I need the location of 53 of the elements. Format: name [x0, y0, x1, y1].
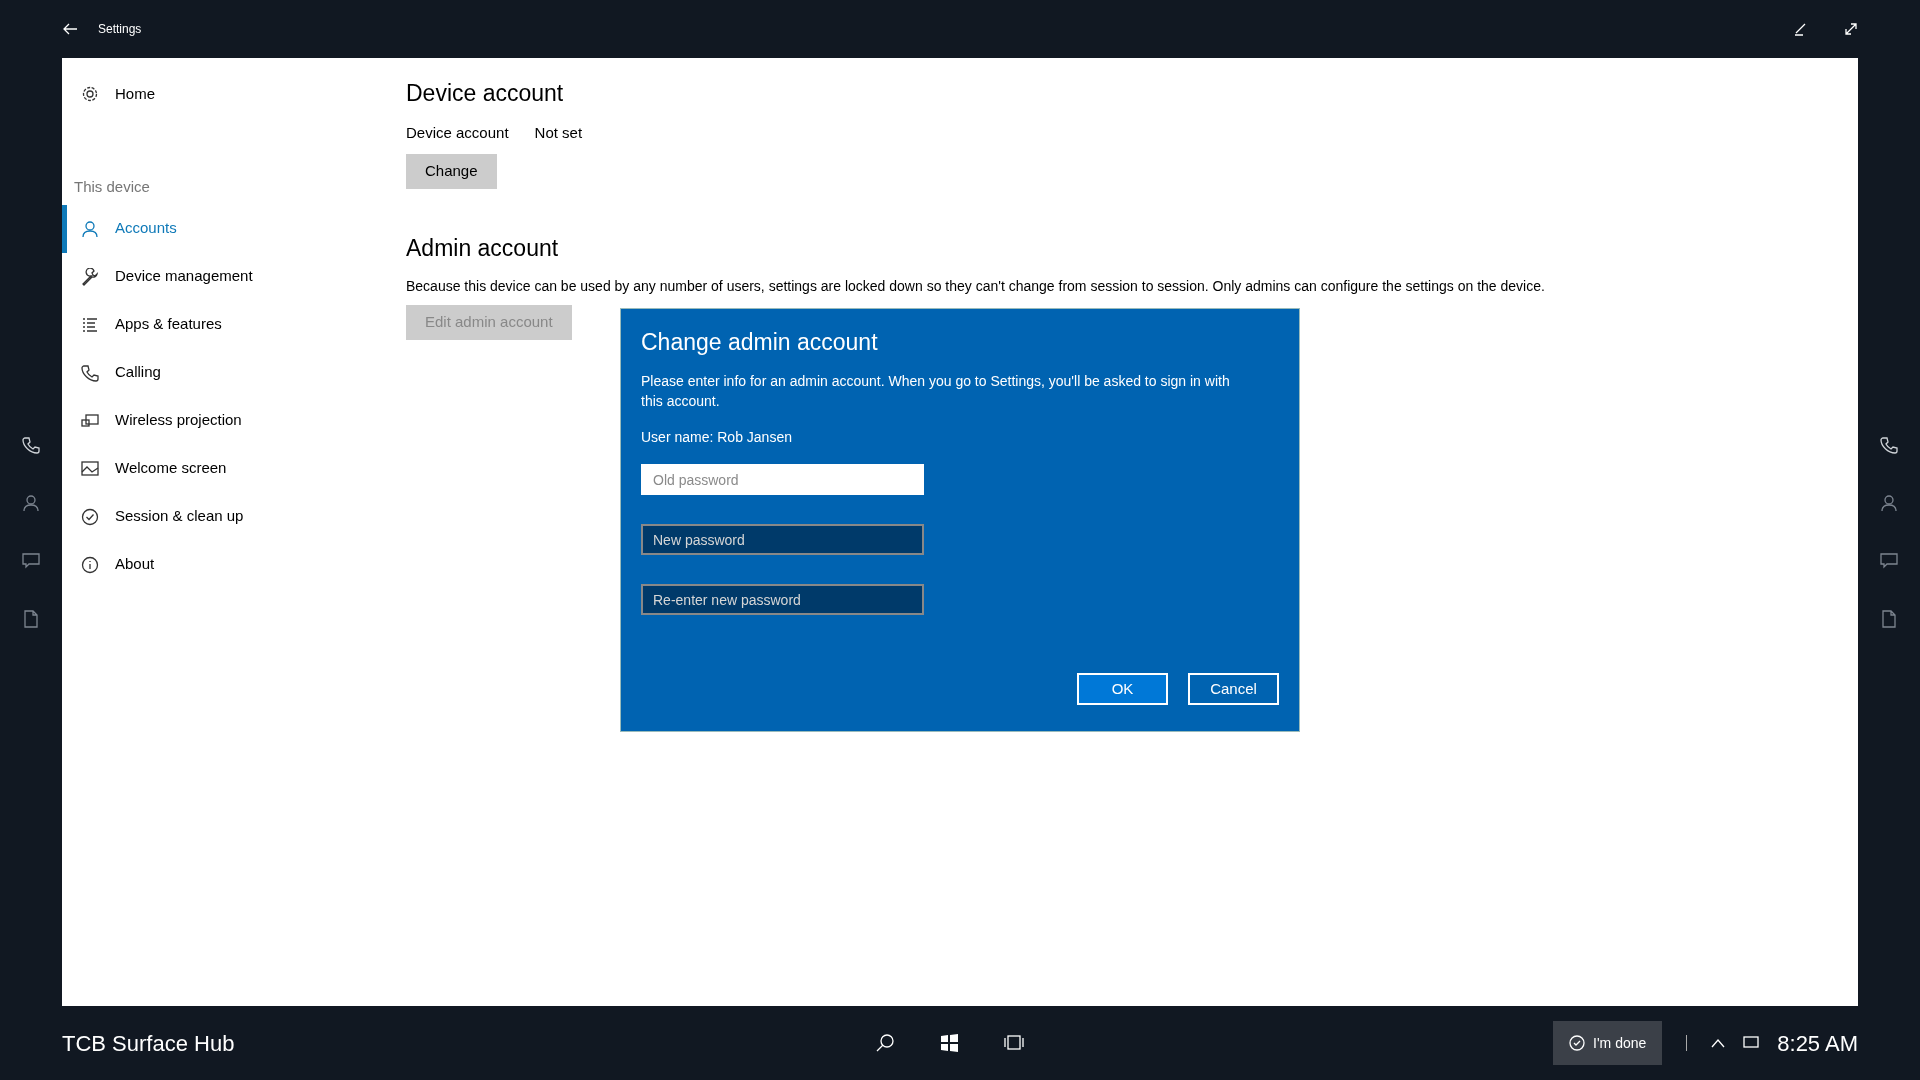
person-icon[interactable]: [1880, 494, 1898, 512]
sidebar-item[interactable]: About: [62, 540, 406, 589]
done-button[interactable]: I'm done: [1553, 1021, 1663, 1065]
sidebar-item[interactable]: Calling: [62, 348, 406, 397]
sidebar-item[interactable]: Wireless projection: [62, 396, 406, 445]
section-label: This device: [73, 177, 151, 197]
chat-icon[interactable]: [22, 552, 40, 570]
clock-time: 8:25 AM: [1777, 1029, 1858, 1058]
expand-icon[interactable]: [1844, 22, 1858, 36]
checkmark-icon: [1569, 1035, 1585, 1051]
field-label: Device account: [406, 122, 509, 143]
ok-button[interactable]: OK: [1077, 673, 1168, 705]
windows-icon[interactable]: [940, 1033, 960, 1053]
gear-icon: [81, 85, 99, 103]
wrench-icon: [81, 267, 99, 286]
field-value: Not set: [534, 122, 583, 143]
section-heading: Device account: [406, 80, 565, 108]
back-icon[interactable]: [62, 23, 78, 35]
document-icon[interactable]: [22, 610, 40, 628]
window-title: Settings: [98, 21, 142, 38]
picture-icon: [81, 459, 99, 478]
pen-icon[interactable]: [1794, 22, 1808, 36]
person-icon: [81, 219, 99, 238]
info-icon: [81, 555, 99, 574]
list-icon: [81, 315, 99, 334]
person-icon[interactable]: [22, 494, 40, 512]
device-name: TCB Surface Hub: [62, 1029, 235, 1058]
cancel-button[interactable]: Cancel: [1188, 673, 1279, 705]
search-icon[interactable]: [876, 1033, 896, 1053]
sidebar-item[interactable]: Welcome screen: [62, 444, 406, 493]
sidebar-item[interactable]: Apps & features: [62, 300, 406, 349]
user-name-text: User name: Rob Jansen: [641, 428, 793, 448]
password-field[interactable]: New password: [641, 524, 924, 556]
description-text: Because this device can be used by any number of users, settings are locked down so they can't change from session to session. Only admins can configure the settings on the device.: [406, 277, 1546, 297]
phone-icon[interactable]: [22, 436, 40, 454]
home-item[interactable]: Home: [62, 70, 406, 118]
dialog-title: Change admin account: [641, 329, 879, 357]
chevron-up-icon[interactable]: [1711, 1038, 1726, 1048]
password-field[interactable]: Re-enter new password: [641, 584, 924, 616]
sidebar-item[interactable]: Accounts: [62, 204, 406, 253]
dialog-message: Please enter info for an admin account. When you go to Settings, you'll be asked to sign in with this account.: [641, 371, 1231, 411]
tray-icon[interactable]: [1743, 1036, 1760, 1050]
checkmark-icon: [81, 507, 99, 526]
chat-icon[interactable]: [1880, 552, 1898, 570]
change-button[interactable]: Change: [406, 154, 497, 189]
projection-icon: [81, 411, 99, 430]
phone-icon: [81, 363, 99, 382]
phone-icon[interactable]: [1880, 436, 1898, 454]
document-icon[interactable]: [1880, 610, 1898, 628]
sidebar-item[interactable]: Device management: [62, 252, 406, 301]
task-view-icon[interactable]: [1004, 1033, 1024, 1053]
sidebar-item[interactable]: Session & clean up: [62, 492, 406, 541]
section-heading: Admin account: [406, 234, 560, 263]
